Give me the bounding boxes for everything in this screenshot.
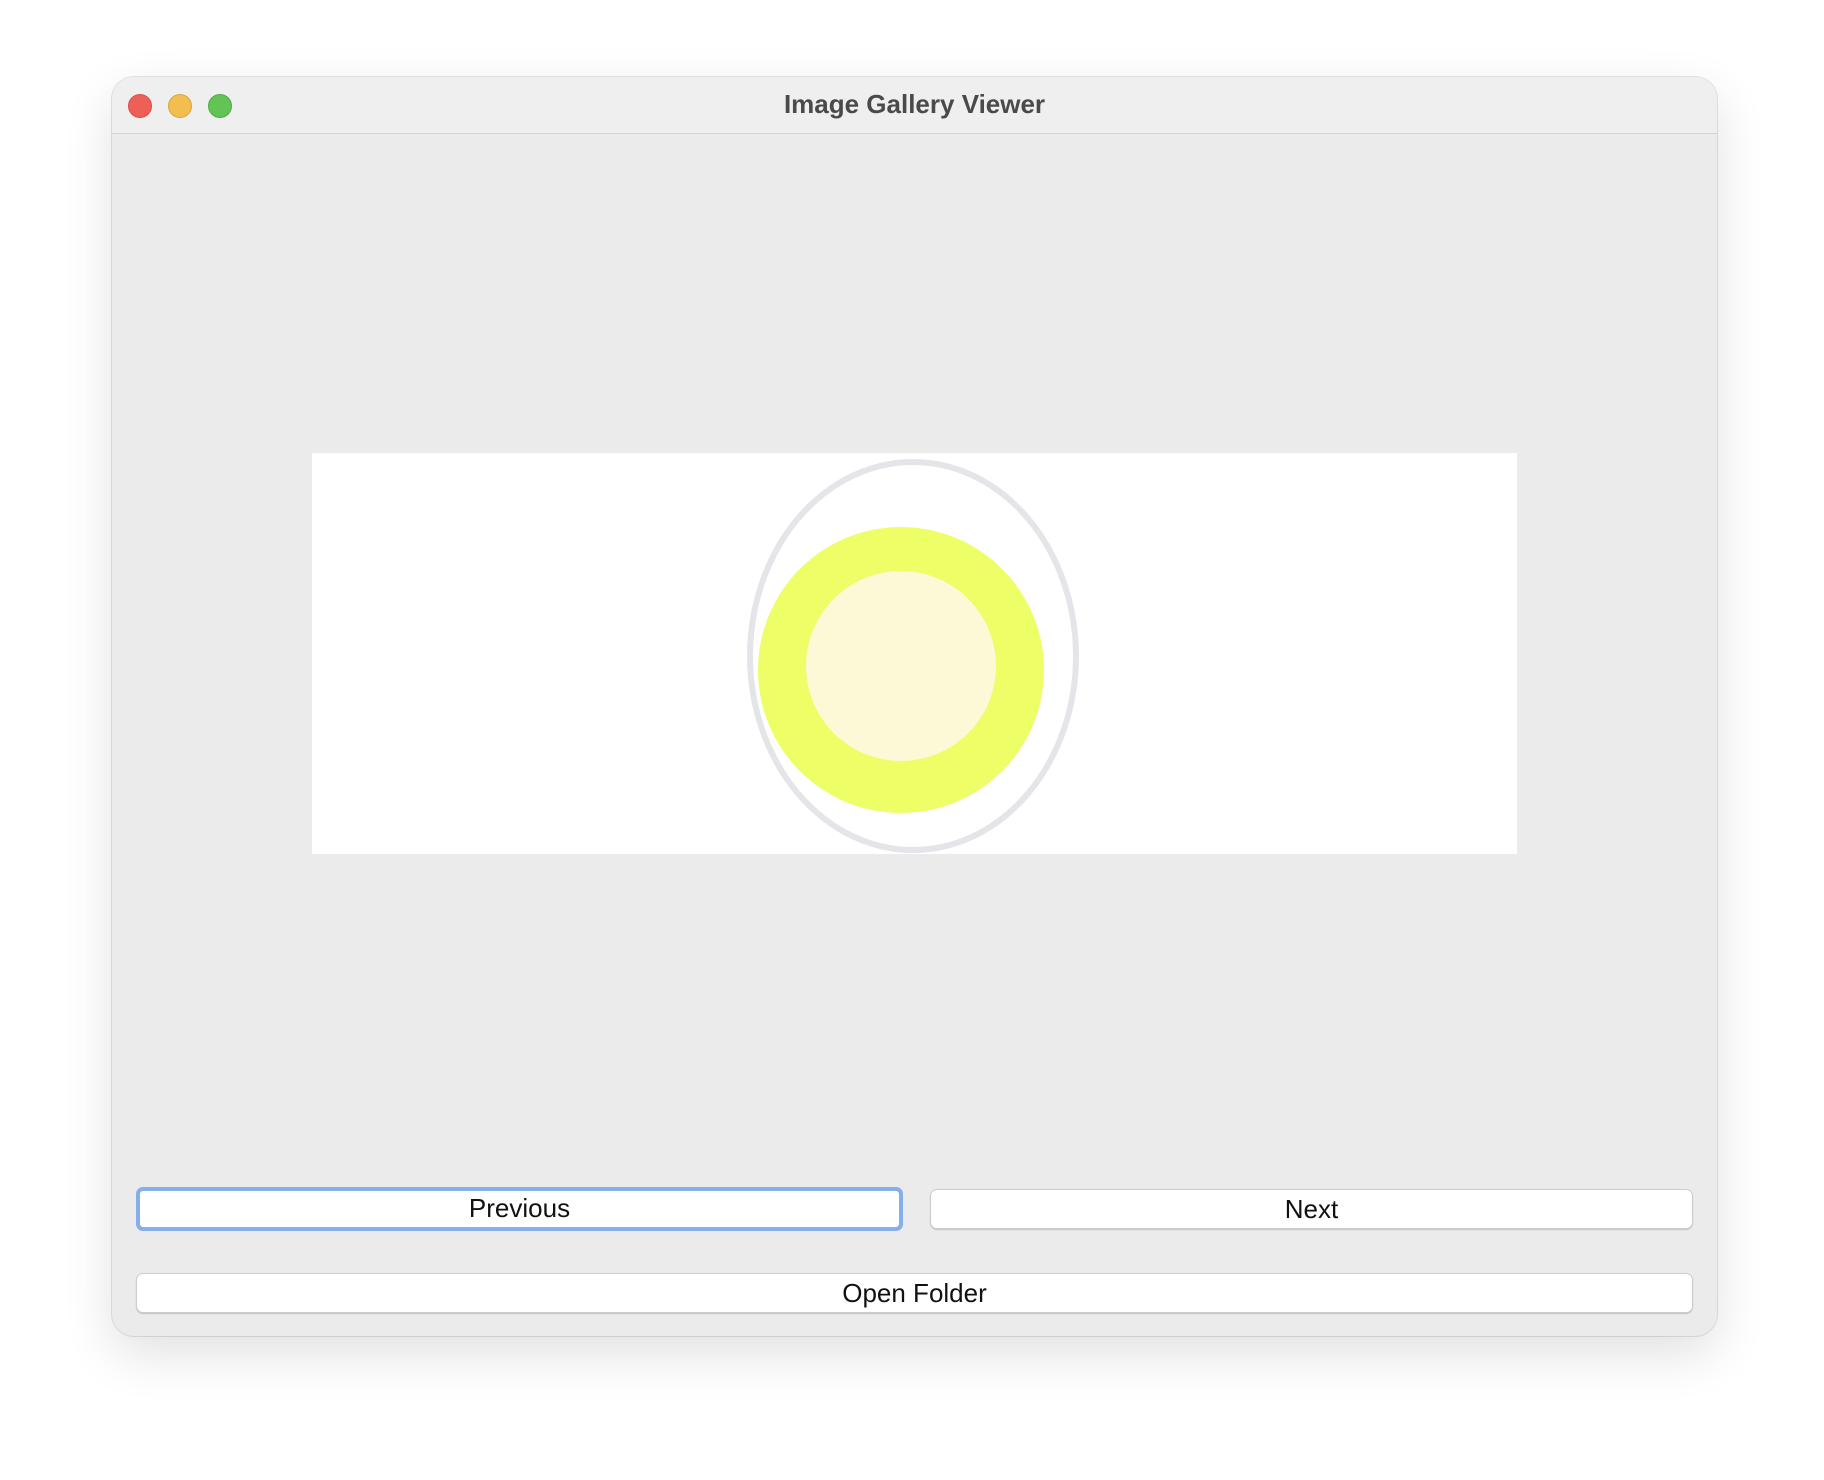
egg-image xyxy=(747,459,1079,853)
open-folder-button[interactable]: Open Folder xyxy=(136,1273,1693,1313)
egg-yolk-inner xyxy=(806,571,996,761)
title-bar[interactable]: Image Gallery Viewer xyxy=(112,77,1717,134)
next-button[interactable]: Next xyxy=(930,1189,1693,1229)
previous-button[interactable]: Previous xyxy=(136,1187,903,1231)
app-window: Image Gallery Viewer Previous Next Open … xyxy=(112,77,1717,1336)
window-title: Image Gallery Viewer xyxy=(783,89,1046,119)
image-display xyxy=(312,453,1517,854)
